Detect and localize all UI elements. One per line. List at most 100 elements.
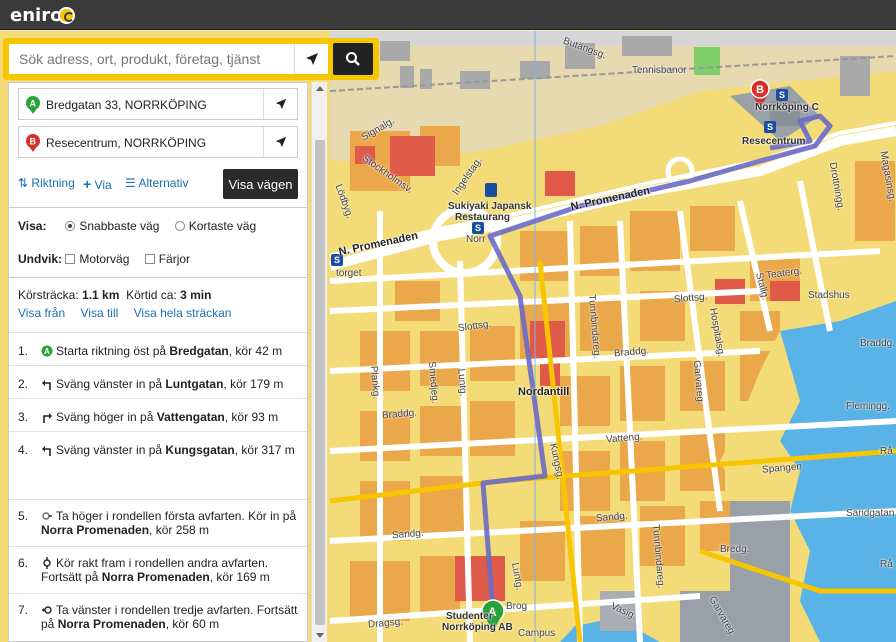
route-to-text: Resecentrum, NORRKÖPING (46, 136, 207, 150)
locate-arrow-icon (275, 136, 286, 148)
route-step[interactable]: 4. Sväng vänster in på Kungsgatan, kör 31… (9, 431, 307, 499)
route-step-instruction: Starta riktning öst på (56, 344, 170, 358)
map-label-flemingg: Flemingg. (846, 401, 890, 412)
route-step-text: Sväng höger in på Vattengatan, kör 93 m (41, 410, 301, 424)
route-step[interactable]: 3. Sväng höger in på Vattengatan, kör 93 … (9, 398, 307, 431)
eniro-logo-mark-icon (58, 7, 75, 24)
route-step-distance: , kör 179 m (223, 377, 284, 391)
route-step-street: Kungsgatan (165, 443, 235, 457)
route-step-number: 2. (18, 377, 29, 391)
avoid-motorway-checkbox[interactable]: Motorväg (65, 252, 129, 266)
show-from-link[interactable]: Visa från (18, 306, 65, 320)
map-label-norr: Norr (466, 234, 486, 245)
route-step-street: Norra Promenaden (57, 617, 166, 631)
map-label-restaurang: Restaurang (455, 212, 511, 223)
map-label-resecentrum: Resecentrum (742, 136, 806, 147)
route-step-instruction: Sväng vänster in på (56, 443, 166, 457)
route-step-distance: , kör 60 m (165, 617, 220, 631)
start-a-icon: A (41, 345, 53, 357)
route-step-text: A Starta riktning öst på Bredgatan, kör 4… (41, 344, 301, 358)
map-label-campus: Campus (518, 628, 556, 639)
show-route-button[interactable]: Visa vägen (223, 169, 298, 199)
route-step-instruction: Ta höger i rondellen första avfarten. Kö… (56, 509, 297, 523)
search-locate-button[interactable] (294, 44, 328, 74)
route-panel: A Bredgatan 33, NORRKÖPING B Resecentrum… (8, 82, 308, 642)
map-label-norrkoping-ab: Norrköping AB (442, 622, 513, 633)
route-to-locate-button[interactable] (263, 127, 297, 157)
route-step-number: 7. (18, 603, 29, 617)
route-step-number: 4. (18, 443, 29, 457)
alternatives-link[interactable]: ☰ Alternativ (125, 176, 188, 190)
route-step[interactable]: 2. Sväng vänster in på Luntgatan, kör 179… (9, 365, 307, 398)
route-step-number: 6. (18, 556, 29, 570)
checkbox-icon (65, 254, 76, 264)
route-step-text: Ta vänster i rondellen tredje avfarten. … (41, 603, 301, 631)
radio-icon (174, 221, 185, 231)
route-step[interactable]: 7. Ta vänster i rondellen tredje avfarten… (9, 593, 307, 640)
svg-text:B: B (30, 137, 37, 147)
eniro-logo[interactable]: eniro (10, 5, 62, 26)
route-step-street: Norra Promenaden (101, 570, 210, 584)
route-step-distance: , kör 93 m (224, 410, 279, 424)
list-icon: ☰ (125, 176, 136, 190)
route-step-street: Bredgatan (169, 344, 229, 358)
route-step-street: Luntgatan (165, 377, 224, 391)
route-from-field[interactable]: A Bredgatan 33, NORRKÖPING (18, 88, 298, 120)
plus-icon: + (83, 176, 92, 192)
route-step-number: 5. (18, 509, 29, 523)
search-button[interactable] (333, 43, 373, 75)
show-label: Visa: (18, 219, 47, 233)
show-to-link[interactable]: Visa till (80, 306, 118, 320)
panel-scrollbar[interactable] (311, 82, 327, 642)
route-step-number: 3. (18, 410, 29, 424)
map-label-rad-2: Rå (880, 559, 893, 570)
avoid-options: Undvik: Motorväg Färjor (18, 252, 202, 266)
map-label-torget: torget (336, 268, 362, 279)
show-whole-route-link[interactable]: Visa hela sträckan (134, 306, 232, 320)
route-step[interactable]: 5. Ta höger i rondellen första avfarten. … (9, 499, 307, 546)
route-step-number: 1. (18, 344, 29, 358)
map-label-tennisbanor: Tennisbanor (632, 65, 687, 76)
route-from-locate-button[interactable] (263, 89, 297, 119)
route-step-text: Kör rakt fram i rondellen andra avfarten… (41, 556, 301, 584)
route-step-street: Norra Promenaden (41, 523, 150, 537)
fastest-route-option[interactable]: Snabbaste väg (65, 219, 159, 233)
turn-left-icon (41, 378, 53, 390)
shortest-route-option[interactable]: Kortaste väg (174, 219, 256, 233)
route-step[interactable]: 6. Kör rakt fram i rondellen andra avfart… (9, 546, 307, 593)
route-step-text: Ta höger i rondellen första avfarten. Kö… (41, 509, 301, 537)
search-input[interactable] (9, 44, 294, 74)
route-to-field[interactable]: B Resecentrum, NORRKÖPING (18, 126, 298, 158)
direction-link[interactable]: ⇅ Riktning (18, 176, 75, 190)
search-icon (346, 52, 360, 66)
svg-text:S: S (779, 90, 785, 100)
route-step-instruction: Sväng vänster in på (56, 377, 166, 391)
scroll-up-icon[interactable] (316, 86, 324, 91)
avoid-ferries-checkbox[interactable]: Färjor (144, 252, 190, 266)
map-label-norrkoping-c: Norrköping C (755, 102, 819, 113)
map-label-braddg-3: Braddg. (860, 338, 896, 349)
via-link[interactable]: + Via (83, 176, 112, 192)
map-label-sukiyaki: Sukiyaki Japansk (448, 201, 532, 212)
route-step-distance: , kör 258 m (149, 523, 210, 537)
route-from-text: Bredgatan 33, NORRKÖPING (46, 98, 207, 112)
route-time: 3 min (180, 288, 212, 302)
route-step-distance: , kör 42 m (228, 344, 283, 358)
show-options: Visa: Snabbaste väg Kortaste väg (18, 219, 268, 233)
route-step-text: Sväng vänster in på Luntgatan, kör 179 m (41, 377, 301, 391)
search-bar (3, 38, 379, 80)
route-step[interactable]: 1. A Starta riktning öst på Bredgatan, kör… (9, 332, 307, 365)
route-step-distance: , kör 317 m (234, 443, 295, 457)
locate-arrow-icon (305, 53, 318, 65)
marker-b-icon: B (26, 134, 40, 152)
svg-text:B: B (756, 84, 764, 96)
map-label-brog: Brog (506, 601, 528, 612)
scroll-thumb[interactable] (315, 140, 325, 625)
map-label-studenter: Studenter (446, 611, 493, 622)
scroll-down-icon[interactable] (316, 633, 324, 638)
svg-text:S: S (475, 223, 481, 233)
radio-selected-icon (65, 221, 76, 231)
avoid-label: Undvik: (18, 252, 63, 266)
route-step-distance: , kör 169 m (209, 570, 270, 584)
route-step-street: Vattengatan (156, 410, 225, 424)
